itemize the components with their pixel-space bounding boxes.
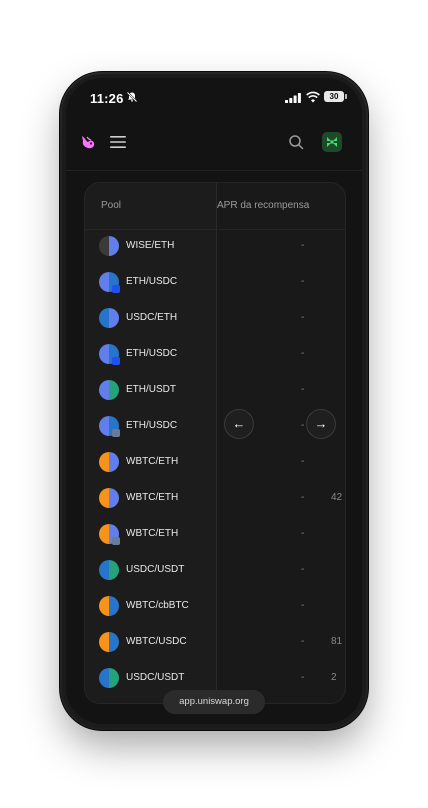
pool-token-icon — [99, 416, 120, 437]
pool-pair-label: USDC/USDT — [126, 564, 185, 575]
pool-pair-label: WBTC/ETH — [126, 492, 179, 503]
hamburger-menu-icon[interactable] — [110, 135, 126, 149]
table-row[interactable]: USDC/ETH - — [85, 301, 345, 337]
pools-table: Pool APR da recompensa WISE/ETH - ETH/US… — [84, 182, 346, 704]
table-row[interactable]: WISE/ETH - — [85, 229, 345, 265]
wallet-avatar[interactable] — [322, 132, 342, 152]
search-icon[interactable] — [288, 134, 304, 150]
table-row[interactable]: WBTC/ETH - 42 — [85, 481, 345, 517]
reward-apr-value: - — [301, 456, 305, 467]
reward-apr-value: - — [301, 384, 305, 395]
table-row[interactable]: ETH/USDT - — [85, 373, 345, 409]
table-row[interactable]: WBTC/cbBTC - — [85, 589, 345, 625]
uniswap-logo-icon[interactable] — [78, 132, 98, 152]
pool-pair-label: ETH/USDT — [126, 384, 176, 395]
app-header — [66, 118, 362, 171]
wifi-icon — [306, 91, 320, 103]
pool-token-icon — [99, 488, 119, 508]
reward-apr-value: - — [301, 636, 305, 647]
avatar-pattern-icon — [327, 137, 337, 147]
status-time: 11:26 — [90, 91, 124, 106]
reward-apr-value: - — [301, 528, 305, 539]
pool-pair-label: WISE/ETH — [126, 240, 175, 251]
pool-token-icon — [99, 452, 119, 472]
overflow-column-value: 81 — [331, 636, 343, 647]
pool-pair-label: WBTC/ETH — [126, 528, 179, 539]
reward-apr-value: - — [301, 276, 305, 287]
cellular-signal-icon — [285, 93, 301, 103]
battery-indicator: 30 — [324, 91, 347, 102]
pool-pair-label: WBTC/cbBTC — [126, 600, 189, 611]
browser-url-pill[interactable]: app.uniswap.org — [163, 690, 265, 714]
table-row[interactable]: ETH/USDC - — [85, 337, 345, 373]
pool-pair-label: ETH/USDC — [126, 348, 178, 359]
pool-token-icon — [99, 380, 119, 400]
pool-pair-label: ETH/USDC — [126, 276, 178, 287]
pool-pair-label: WBTC/USDC — [126, 636, 187, 647]
reward-apr-value: - — [301, 600, 305, 611]
scroll-right-button[interactable]: → — [306, 409, 336, 439]
reward-apr-value: - — [301, 348, 305, 359]
table-row[interactable]: ETH/USDC - — [85, 265, 345, 301]
pool-token-icon — [99, 236, 119, 256]
reward-apr-value: - — [301, 240, 305, 251]
bell-muted-icon — [126, 91, 138, 103]
pool-token-icon — [99, 272, 120, 293]
reward-apr-value: - — [301, 564, 305, 575]
pool-token-icon — [99, 524, 120, 545]
reward-apr-value: - — [301, 312, 305, 323]
scroll-left-button[interactable]: ← — [224, 409, 254, 439]
pool-token-icon — [99, 668, 119, 688]
table-row[interactable]: WBTC/ETH - — [85, 517, 345, 553]
pool-token-icon — [99, 344, 120, 365]
pool-token-icon — [99, 596, 119, 616]
reward-apr-value: - — [301, 672, 305, 683]
table-header-row: Pool APR da recompensa — [85, 183, 345, 230]
pool-pair-label: USDC/ETH — [126, 312, 178, 323]
pool-pair-label: ETH/USDC — [126, 420, 178, 431]
app-screen: 11:26 30 Pool APR da recompensa WISE/ETH… — [66, 78, 362, 724]
column-header-reward-apr[interactable]: APR da recompensa — [217, 200, 309, 211]
pool-token-icon — [99, 632, 119, 652]
reward-apr-value: - — [301, 420, 305, 431]
column-header-pool[interactable]: Pool — [101, 200, 121, 211]
pool-token-icon — [99, 560, 119, 580]
pool-token-icon — [99, 308, 119, 328]
pool-pair-label: USDC/USDT — [126, 672, 185, 683]
status-bar: 11:26 30 — [66, 78, 362, 118]
overflow-column-value: 2 — [331, 672, 337, 683]
overflow-column-value: 42 — [331, 492, 343, 503]
pool-pair-label: WBTC/ETH — [126, 456, 179, 467]
table-row[interactable]: WBTC/ETH - — [85, 445, 345, 481]
reward-apr-value: - — [301, 492, 305, 503]
table-row[interactable]: USDC/USDT - — [85, 553, 345, 589]
table-row[interactable]: WBTC/USDC - 81 — [85, 625, 345, 661]
phone-frame: 11:26 30 Pool APR da recompensa WISE/ETH… — [62, 74, 366, 728]
